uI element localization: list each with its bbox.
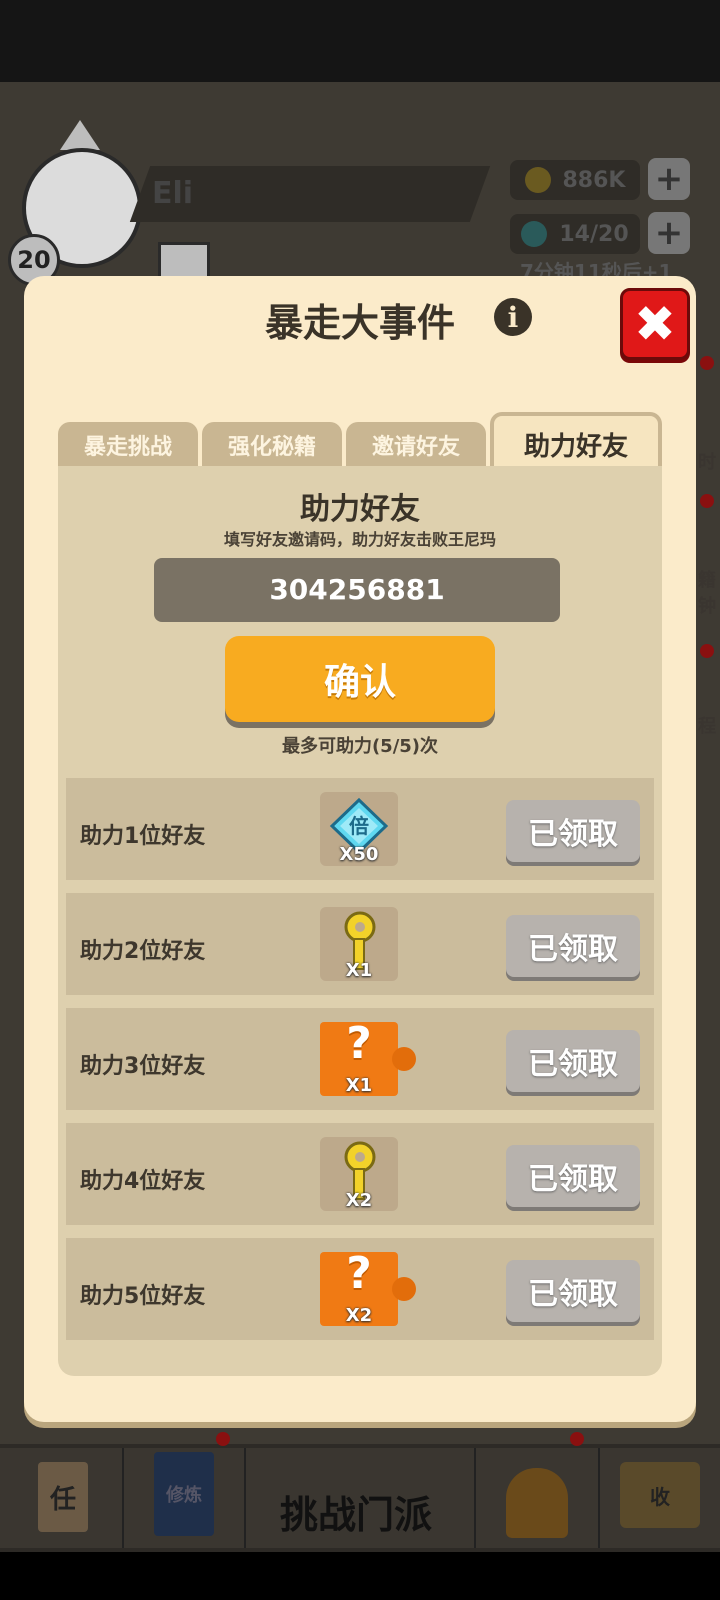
- assist-limit-text: 最多可助力(5/5)次: [281, 736, 439, 757]
- question-mark: ?: [346, 1018, 372, 1069]
- tab-rampage-challenge[interactable]: 暴走挑战: [58, 422, 198, 468]
- add-gem-button[interactable]: +: [648, 212, 690, 254]
- close-icon: ✖: [634, 295, 676, 353]
- nav-collect[interactable]: 收: [600, 1448, 720, 1548]
- reward-row-label: 助力2位好友: [80, 939, 206, 964]
- gold-coin-icon: [524, 167, 551, 193]
- system-nav-bar: [0, 1552, 720, 1600]
- notification-dot: [216, 1432, 230, 1446]
- confirm-button[interactable]: 确认: [225, 636, 495, 722]
- gold-counter: 886K: [510, 160, 640, 200]
- info-icon[interactable]: i: [494, 298, 532, 336]
- gem-value: 14/20: [559, 221, 629, 247]
- panel-subtitle: 填写好友邀请码，助力好友击败王尼玛: [223, 530, 496, 549]
- nav-training[interactable]: 修炼: [124, 1448, 246, 1548]
- notification-dot: [570, 1432, 584, 1446]
- reward-row-label: 助力5位好友: [80, 1284, 206, 1309]
- add-gold-button[interactable]: +: [648, 158, 690, 200]
- side-label-book: 籍: [698, 570, 716, 591]
- notification-dot: [700, 356, 714, 370]
- claimed-button[interactable]: 已领取: [506, 1030, 640, 1092]
- claimed-button[interactable]: 已领取: [506, 915, 640, 977]
- reward-quantity: X1: [345, 960, 373, 981]
- reward-row-label: 助力3位好友: [80, 1054, 206, 1079]
- tab-invite-friends[interactable]: 邀请好友: [346, 422, 486, 468]
- nav-helmet[interactable]: [476, 1448, 600, 1548]
- side-label-clock: 钟: [698, 596, 716, 617]
- reward-row-label: 助力4位好友: [80, 1169, 206, 1194]
- side-label-process: 程: [698, 716, 716, 737]
- invite-code-input[interactable]: 304256881: [154, 558, 560, 622]
- training-book-icon: 修炼: [154, 1452, 214, 1536]
- gem-icon: [521, 221, 548, 247]
- reward-quantity: X2: [345, 1305, 373, 1326]
- gem-counter: 14/20: [510, 214, 640, 254]
- task-scroll-icon: 任: [38, 1462, 88, 1532]
- helmet-icon: [506, 1468, 568, 1538]
- reward-quantity: X2: [345, 1190, 373, 1211]
- tab-enhance-manual[interactable]: 强化秘籍: [202, 422, 342, 468]
- avatar-crown-icon: [60, 120, 100, 150]
- question-mark: ?: [346, 1248, 372, 1299]
- reward-symbol: 倍: [349, 814, 369, 838]
- reward-row-label: 助力1位好友: [80, 824, 206, 849]
- collect-house-icon: 收: [620, 1462, 700, 1528]
- dialog-title: 暴走大事件: [264, 301, 455, 345]
- close-button[interactable]: ✖: [620, 288, 690, 360]
- panel-title: 助力好友: [300, 492, 420, 527]
- notification-dot: [700, 494, 714, 508]
- nav-task[interactable]: 任: [0, 1448, 124, 1548]
- claimed-button[interactable]: 已领取: [506, 800, 640, 862]
- gold-value: 886K: [562, 167, 626, 193]
- tab-assist-friends[interactable]: 助力好友: [490, 412, 662, 472]
- nav-challenge-label: 挑战门派: [280, 1493, 433, 1537]
- reward-quantity: X50: [339, 844, 379, 865]
- player-name: Eli: [152, 176, 194, 211]
- claimed-button[interactable]: 已领取: [506, 1260, 640, 1322]
- side-label-time: 时: [698, 452, 716, 473]
- reward-quantity: X1: [345, 1075, 373, 1096]
- notification-dot: [700, 644, 714, 658]
- claimed-button[interactable]: 已领取: [506, 1145, 640, 1207]
